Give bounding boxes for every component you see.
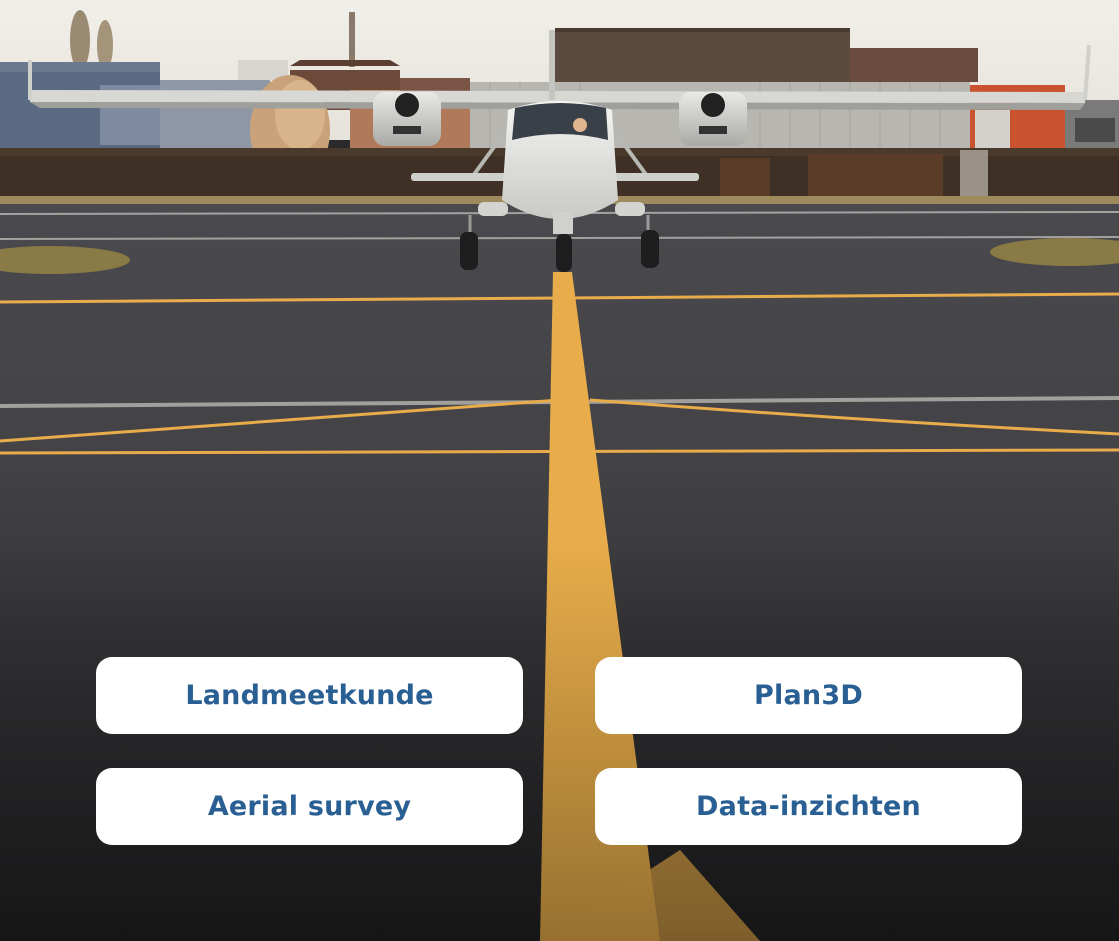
service-button-landmeetkunde[interactable]: Landmeetkunde [96,657,523,734]
service-button-data-inzichten[interactable]: Data-inzichten [595,768,1022,845]
service-button-plan3d[interactable]: Plan3D [595,657,1022,734]
service-button-aerial-survey[interactable]: Aerial survey [96,768,523,845]
hero-section: Landmeetkunde Plan3D Aerial survey Data-… [0,0,1119,941]
